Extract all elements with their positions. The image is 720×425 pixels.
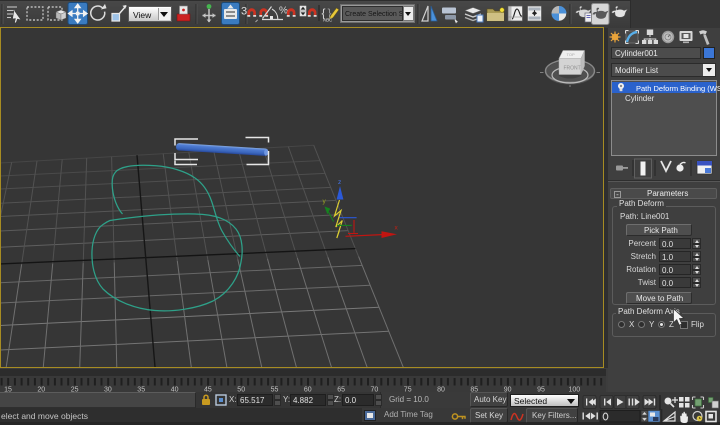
svg-text:ABC: ABC: [323, 18, 333, 23]
svg-text:x: x: [395, 225, 399, 232]
svg-text:y: y: [323, 198, 327, 205]
svg-text:3: 3: [241, 6, 247, 18]
svg-text:FRONT: FRONT: [564, 66, 581, 72]
svg-text:TOP: TOP: [567, 52, 575, 57]
svg-text:z: z: [338, 179, 341, 186]
svg-text:%: %: [279, 6, 288, 17]
